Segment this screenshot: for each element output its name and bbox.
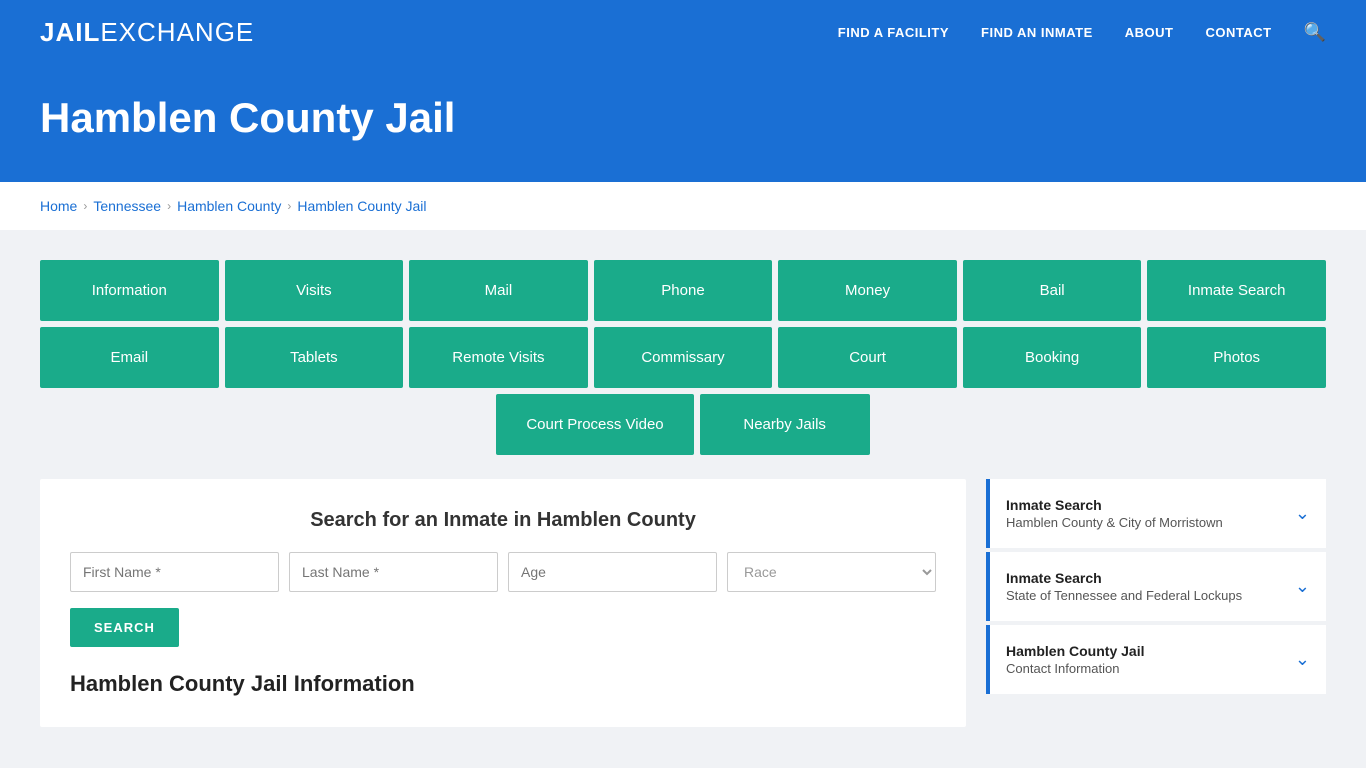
btn-money[interactable]: Money	[778, 260, 957, 321]
sidebar-item-subtitle-1: Hamblen County & City of Morristown	[1006, 515, 1223, 530]
sidebar-item-contact-info[interactable]: Hamblen County Jail Contact Information …	[986, 625, 1326, 694]
content-layout: Search for an Inmate in Hamblen County R…	[40, 479, 1326, 727]
header: JAILEXCHANGE FIND A FACILITY FIND AN INM…	[0, 0, 1366, 64]
logo[interactable]: JAILEXCHANGE	[40, 17, 254, 48]
search-button[interactable]: SEARCH	[70, 608, 179, 647]
race-select[interactable]: Race White Black Hispanic Asian Other	[727, 552, 936, 592]
chevron-down-icon-1: ⌄	[1295, 503, 1310, 524]
sidebar-item-subtitle-3: Contact Information	[1006, 661, 1144, 676]
nav-find-facility[interactable]: FIND A FACILITY	[838, 25, 949, 40]
breadcrumb-bar: Home › Tennessee › Hamblen County › Hamb…	[0, 182, 1366, 230]
first-name-input[interactable]	[70, 552, 279, 592]
btn-commissary[interactable]: Commissary	[594, 327, 773, 388]
btn-court[interactable]: Court	[778, 327, 957, 388]
btn-booking[interactable]: Booking	[963, 327, 1142, 388]
sidebar-item-title-3: Hamblen County Jail	[1006, 643, 1144, 659]
search-icon[interactable]: 🔍	[1304, 22, 1326, 43]
sidebar: Inmate Search Hamblen County & City of M…	[986, 479, 1326, 727]
main-content: Information Visits Mail Phone Money Bail…	[0, 230, 1366, 757]
btn-photos[interactable]: Photos	[1147, 327, 1326, 388]
btn-court-process-video[interactable]: Court Process Video	[496, 394, 693, 455]
sidebar-item-title-2: Inmate Search	[1006, 570, 1242, 586]
search-fields: Race White Black Hispanic Asian Other	[70, 552, 936, 592]
logo-exchange: EXCHANGE	[100, 17, 254, 48]
breadcrumb: Home › Tennessee › Hamblen County › Hamb…	[40, 198, 1326, 214]
info-section-title: Hamblen County Jail Information	[70, 671, 936, 697]
btn-mail[interactable]: Mail	[409, 260, 588, 321]
btn-nearby-jails[interactable]: Nearby Jails	[700, 394, 870, 455]
sidebar-item-subtitle-2: State of Tennessee and Federal Lockups	[1006, 588, 1242, 603]
search-box-title: Search for an Inmate in Hamblen County	[70, 509, 936, 532]
nav-about[interactable]: ABOUT	[1125, 25, 1174, 40]
btn-information[interactable]: Information	[40, 260, 219, 321]
breadcrumb-hamblen-county-jail[interactable]: Hamblen County Jail	[297, 198, 426, 214]
category-grid-row2: Email Tablets Remote Visits Commissary C…	[40, 327, 1326, 388]
btn-remote-visits[interactable]: Remote Visits	[409, 327, 588, 388]
nav-find-inmate[interactable]: FIND AN INMATE	[981, 25, 1093, 40]
breadcrumb-sep-1: ›	[83, 199, 87, 213]
category-grid-row1: Information Visits Mail Phone Money Bail…	[40, 260, 1326, 321]
chevron-down-icon-2: ⌄	[1295, 576, 1310, 597]
btn-phone[interactable]: Phone	[594, 260, 773, 321]
sidebar-item-inmate-search-local[interactable]: Inmate Search Hamblen County & City of M…	[986, 479, 1326, 548]
inmate-search-box: Search for an Inmate in Hamblen County R…	[40, 479, 966, 727]
category-grid-row3: Court Process Video Nearby Jails	[40, 394, 1326, 455]
btn-email[interactable]: Email	[40, 327, 219, 388]
btn-tablets[interactable]: Tablets	[225, 327, 404, 388]
btn-bail[interactable]: Bail	[963, 260, 1142, 321]
chevron-down-icon-3: ⌄	[1295, 649, 1310, 670]
sidebar-item-inmate-search-state[interactable]: Inmate Search State of Tennessee and Fed…	[986, 552, 1326, 621]
btn-visits[interactable]: Visits	[225, 260, 404, 321]
nav-contact[interactable]: CONTACT	[1205, 25, 1271, 40]
btn-inmate-search[interactable]: Inmate Search	[1147, 260, 1326, 321]
hero-section: Hamblen County Jail	[0, 64, 1366, 182]
breadcrumb-home[interactable]: Home	[40, 198, 77, 214]
logo-jail: JAIL	[40, 17, 100, 48]
breadcrumb-tennessee[interactable]: Tennessee	[93, 198, 161, 214]
breadcrumb-sep-3: ›	[287, 199, 291, 213]
breadcrumb-sep-2: ›	[167, 199, 171, 213]
main-nav: FIND A FACILITY FIND AN INMATE ABOUT CON…	[838, 22, 1326, 43]
breadcrumb-hamblen-county[interactable]: Hamblen County	[177, 198, 281, 214]
page-title: Hamblen County Jail	[40, 94, 1326, 142]
age-input[interactable]	[508, 552, 717, 592]
last-name-input[interactable]	[289, 552, 498, 592]
sidebar-item-title-1: Inmate Search	[1006, 497, 1223, 513]
